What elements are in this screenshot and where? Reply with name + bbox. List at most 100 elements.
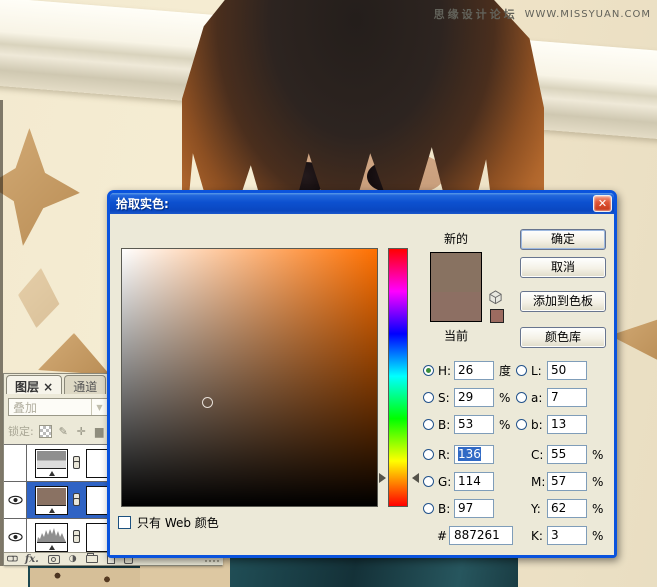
lab-b-value-input[interactable]: 13 xyxy=(547,415,587,434)
g-value-input[interactable]: 114 xyxy=(454,472,494,491)
field-label: K: xyxy=(531,529,547,543)
lock-label: 锁定: xyxy=(8,423,34,439)
radio-a[interactable] xyxy=(516,392,527,403)
a-value-input[interactable]: 7 xyxy=(547,388,587,407)
selected-text: 136 xyxy=(458,447,481,461)
color-fill-thumbnail[interactable] xyxy=(35,486,68,515)
field-label: H: xyxy=(438,364,454,378)
visibility-toggle[interactable] xyxy=(4,519,27,555)
field-label: C: xyxy=(531,448,547,462)
web-safe-cube-icon[interactable] xyxy=(488,290,503,305)
lock-row: 锁定: ✎ ✛ ▆ xyxy=(8,422,106,440)
field-row-s: S: 29 % xyxy=(423,388,510,407)
field-row-c: C: 55 % xyxy=(531,445,603,464)
close-icon[interactable]: ✕ xyxy=(593,195,612,212)
b-rgb-value-input[interactable]: 97 xyxy=(454,499,494,518)
hue-slider[interactable] xyxy=(388,248,408,507)
field-label: Y: xyxy=(531,502,547,516)
hue-slider-right-arrow[interactable] xyxy=(412,473,419,483)
radio-r[interactable] xyxy=(423,449,434,460)
tab-channels[interactable]: 通道 xyxy=(64,375,106,394)
field-unit: % xyxy=(592,475,603,489)
b-value-input[interactable]: 53 xyxy=(454,415,494,434)
radio-g[interactable] xyxy=(423,476,434,487)
web-only-checkbox[interactable] xyxy=(118,516,131,529)
field-row-hex: # 887261 xyxy=(437,526,513,545)
web-only-label: 只有 Web 颜色 xyxy=(137,514,219,531)
h-value-input[interactable]: 26 xyxy=(454,361,494,380)
lock-paint-icon[interactable]: ✎ xyxy=(57,425,70,438)
y-value-input[interactable]: 62 xyxy=(547,499,587,518)
radio-b[interactable] xyxy=(423,419,434,430)
lock-move-icon[interactable]: ✛ xyxy=(75,425,88,438)
c-value-input[interactable]: 55 xyxy=(547,445,587,464)
link-layers-icon[interactable] xyxy=(6,556,17,562)
field-row-k: K: 3 % xyxy=(531,526,603,545)
watermark-site-url: WWW.MISSYUAN.COM xyxy=(525,9,651,20)
visibility-toggle[interactable] xyxy=(4,482,27,518)
current-color-swatch[interactable] xyxy=(431,292,481,321)
radio-lab-b[interactable] xyxy=(516,419,527,430)
dialog-titlebar[interactable]: 拾取实色: ✕ xyxy=(110,193,614,214)
ok-button[interactable]: 确定 xyxy=(520,229,606,250)
hex-value-input[interactable]: 887261 xyxy=(449,526,513,545)
field-label: a: xyxy=(531,391,547,405)
saturation-brightness-field[interactable] xyxy=(121,248,378,507)
link-mask-icon xyxy=(73,530,81,544)
add-to-swatches-button[interactable]: 添加到色板 xyxy=(520,291,606,312)
chevron-down-icon[interactable]: ▼ xyxy=(91,399,107,415)
color-libraries-button[interactable]: 颜色库 xyxy=(520,327,606,348)
r-value-input[interactable]: 136 xyxy=(454,445,494,464)
tab-layers[interactable]: 图层 × xyxy=(6,375,62,394)
field-row-g: G: 114 xyxy=(423,472,494,491)
field-label: B: xyxy=(438,418,454,432)
m-value-input[interactable]: 57 xyxy=(547,472,587,491)
hex-label: # xyxy=(437,529,449,543)
layer-style-icon[interactable]: fx. xyxy=(25,555,39,564)
radio-s[interactable] xyxy=(423,392,434,403)
dialog-title: 拾取实色: xyxy=(116,195,169,212)
web-safe-color-chip[interactable] xyxy=(490,309,504,323)
new-color-swatch xyxy=(431,253,481,292)
s-value-input[interactable]: 29 xyxy=(454,388,494,407)
radio-l[interactable] xyxy=(516,365,527,376)
visibility-toggle[interactable] xyxy=(4,445,27,481)
color-preview-swatch xyxy=(430,252,482,322)
histogram-icon xyxy=(37,525,66,542)
link-mask-icon xyxy=(73,493,81,507)
radio-h[interactable] xyxy=(423,365,434,376)
new-color-label: 新的 xyxy=(430,230,482,247)
field-label: G: xyxy=(438,475,454,489)
k-value-input[interactable]: 3 xyxy=(547,526,587,545)
field-row-m: M: 57 % xyxy=(531,472,603,491)
field-row-y: Y: 62 % xyxy=(531,499,603,518)
field-row-r: R: 136 xyxy=(423,445,494,464)
field-row-lab-b: b: 13 xyxy=(516,415,587,434)
field-unit: % xyxy=(592,448,603,462)
field-label: R: xyxy=(438,448,454,462)
histogram-thumbnail[interactable] xyxy=(35,523,68,552)
blend-mode-select[interactable]: 叠加 ▼ xyxy=(8,398,108,416)
l-value-input[interactable]: 50 xyxy=(547,361,587,380)
field-row-b: B: 53 % xyxy=(423,415,510,434)
field-row-h: H: 26 度 xyxy=(423,361,511,380)
hue-slider-left-arrow[interactable] xyxy=(379,473,386,483)
cancel-button[interactable]: 取消 xyxy=(520,257,606,278)
dialog-content: 新的 当前 确定 取消 添加到色板 颜色库 H: 26 度 S: 29 % xyxy=(110,214,614,555)
levels-adjustment-thumbnail[interactable] xyxy=(35,449,68,478)
lock-transparency-icon[interactable] xyxy=(39,425,52,438)
add-mask-icon[interactable] xyxy=(48,555,60,564)
adjustment-layer-icon[interactable]: ◑ xyxy=(69,555,77,564)
color-picker-dialog: 拾取实色: ✕ 新的 当前 确定 取消 添加到色板 颜色库 H: 26 xyxy=(107,190,617,558)
field-unit: % xyxy=(592,502,603,516)
field-label: M: xyxy=(531,475,547,489)
radio-b-rgb[interactable] xyxy=(423,503,434,514)
new-group-icon[interactable] xyxy=(86,555,98,563)
color-field-marker[interactable] xyxy=(202,397,213,408)
field-unit: % xyxy=(499,391,510,405)
lock-all-icon[interactable]: ▆ xyxy=(93,425,106,438)
current-color-label: 当前 xyxy=(430,327,482,344)
eye-icon xyxy=(8,495,23,505)
field-label: B: xyxy=(438,502,454,516)
link-mask-icon xyxy=(73,456,81,470)
